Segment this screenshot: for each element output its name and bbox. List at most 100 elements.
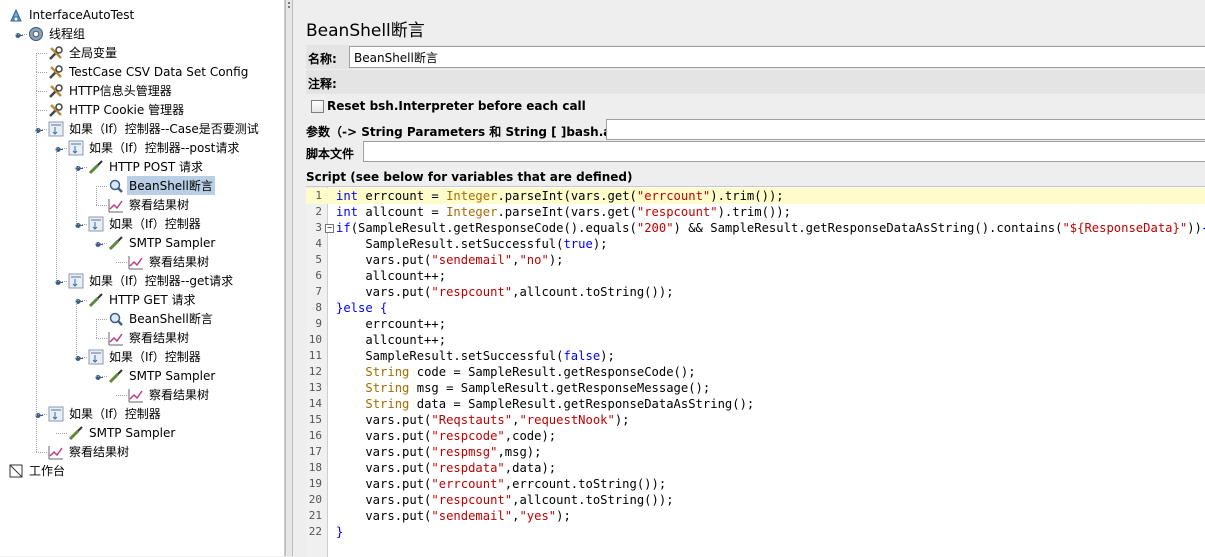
code-text: vars.put("Reqstauts","requestNook"); [336,412,629,428]
line-number: 15 [308,413,322,426]
tree-connector [56,433,67,434]
tree-item[interactable]: 察看结果树 [128,252,211,271]
tree-item[interactable]: HTTP GET 请求 [88,290,198,309]
tree-item[interactable]: 如果（If）控制器 [88,347,203,366]
tree-item-label: InterfaceAutoTest [29,7,135,22]
controller-icon [48,406,64,422]
code-text: SampleResult.setSuccessful(false); [336,348,615,364]
tree-item[interactable]: 工作台 [8,461,67,480]
tree-item-label: BeanShell断言 [127,176,215,195]
tree-connector [36,53,47,54]
script-editor[interactable]: 1 int errcount = Integer.parseInt(vars.ge… [306,186,1205,557]
script-file-field[interactable] [363,141,1205,162]
code-line[interactable]: 15 vars.put("Reqstauts","requestNook"); [306,412,1205,428]
tree-item[interactable]: SMTP Sampler [108,233,217,252]
code-token: msg = SampleResult.getResponseMessage(); [409,381,711,395]
tree-item-label: 如果（If）控制器--get请求 [89,274,234,288]
parameters-field[interactable] [606,119,1205,140]
tree-item[interactable]: BeanShell断言 [108,176,215,195]
code-text: vars.put("errcount",errcount.toString())… [336,476,666,492]
tree-connector [76,300,77,357]
tree-item[interactable]: HTTP信息头管理器 [48,81,174,100]
parameters-label: 参数（-> String Parameters 和 String [ ]bash… [306,125,646,139]
code-token: "requestNook" [519,413,615,427]
code-token: ,errcount.toString()); [504,477,667,491]
code-line[interactable]: 7 vars.put("respcount",allcount.toString… [306,284,1205,300]
tree-connector [36,72,37,91]
code-line[interactable]: 12 String code = SampleResult.getRespons… [306,364,1205,380]
fold-toggle-icon[interactable]: − [325,224,334,233]
code-line[interactable]: 6 allcount++; [306,268,1205,284]
line-number: 2 [315,205,322,218]
tree-item[interactable]: 察看结果树 [108,328,191,347]
tree-item[interactable]: SMTP Sampler [108,366,217,385]
wrench-icon [48,45,64,61]
code-token: if [336,221,351,235]
pipette-icon [108,235,124,251]
tree-item[interactable]: HTTP Cookie 管理器 [48,100,186,119]
code-line[interactable]: 2 int allcount = Integer.parseInt(vars.ge… [306,204,1205,220]
code-line[interactable]: 20 vars.put("respcount",allcount.toStrin… [306,492,1205,508]
tree-item[interactable]: 察看结果树 [128,385,211,404]
tree-item[interactable]: 如果（If）控制器--post请求 [68,138,241,157]
tree-item[interactable]: 察看结果树 [108,195,191,214]
pane-splitter[interactable] [285,0,293,556]
line-number: 17 [308,445,322,458]
code-token: "respdata" [431,461,505,475]
code-line[interactable]: 5 vars.put("sendemail","no"); [306,252,1205,268]
code-token: "respcount" [431,493,513,507]
wrench-icon [48,102,64,118]
tree-item[interactable]: InterfaceAutoTest [8,5,136,24]
code-text: String data = SampleResult.getResponseDa… [336,396,754,412]
code-token: "200" [636,221,674,235]
comment-label: 注释: [308,77,337,91]
code-token: ) && SampleResult.getResponseDataAsStrin… [673,221,1063,235]
tree-connector [96,338,107,339]
graph-icon [128,387,144,403]
tree-item[interactable]: 全局变量 [48,43,119,62]
tree-item[interactable]: 如果（If）控制器--Case是否要测试 [48,119,261,138]
tree-item[interactable]: BeanShell断言 [108,309,215,328]
tree-connector [96,186,107,187]
tree-item[interactable]: TestCase CSV Data Set Config [48,62,250,81]
code-line[interactable]: 3− if(SampleResult.getResponseCode().equa… [306,220,1205,236]
code-line[interactable]: 8}else { [306,300,1205,316]
code-line[interactable]: 9 errcount++; [306,316,1205,332]
code-text: if(SampleResult.getResponseCode().equals… [336,220,1205,236]
code-token: ); [592,237,608,251]
tree-item[interactable]: HTTP POST 请求 [88,157,205,176]
tree-item[interactable]: 线程组 [28,24,87,43]
code-line[interactable]: 1 int errcount = Integer.parseInt(vars.ge… [306,188,1205,204]
code-line[interactable]: 18 vars.put("respdata",data); [306,460,1205,476]
code-line[interactable]: 4 SampleResult.setSuccessful(true); [306,236,1205,252]
controller-icon [68,273,84,289]
comment-field[interactable] [345,73,1205,93]
line-number: 3 [315,221,322,234]
code-token: "no" [519,253,549,267]
name-field[interactable]: BeanShell断言 [349,46,1205,68]
tree-item[interactable]: SMTP Sampler [68,423,177,442]
line-number: 22 [308,525,322,538]
tree-connector [36,53,37,72]
code-text: SampleResult.setSuccessful(true); [336,236,608,252]
code-line[interactable]: 11 SampleResult.setSuccessful(false); [306,348,1205,364]
test-plan-tree[interactable]: InterfaceAutoTest 线程组 全局变量 TestCase CSV Dat… [0,0,285,556]
reset-interpreter-checkbox[interactable] [311,100,324,113]
code-line[interactable]: 14 String data = SampleResult.getRespons… [306,396,1205,412]
code-line[interactable]: 22} [306,524,1205,540]
tree-connector [116,395,127,396]
tree-item[interactable]: 如果（If）控制器--get请求 [68,271,235,290]
code-line[interactable]: 19 vars.put("errcount",errcount.toString… [306,476,1205,492]
code-text: vars.put("sendemail","no"); [336,252,563,268]
tree-item[interactable]: 如果（If）控制器 [48,404,163,423]
code-text: vars.put("sendemail","yes"); [336,508,570,524]
code-token: int [336,205,359,219]
code-line[interactable]: 17 vars.put("respmsg",msg); [306,444,1205,460]
code-token: else [343,301,373,315]
code-line[interactable]: 16 vars.put("respcode",code); [306,428,1205,444]
tree-item[interactable]: 如果（If）控制器 [88,214,203,233]
tree-item[interactable]: 察看结果树 [48,442,131,461]
code-line[interactable]: 13 String msg = SampleResult.getResponse… [306,380,1205,396]
code-line[interactable]: 21 vars.put("sendemail","yes"); [306,508,1205,524]
code-line[interactable]: 10 allcount++; [306,332,1205,348]
